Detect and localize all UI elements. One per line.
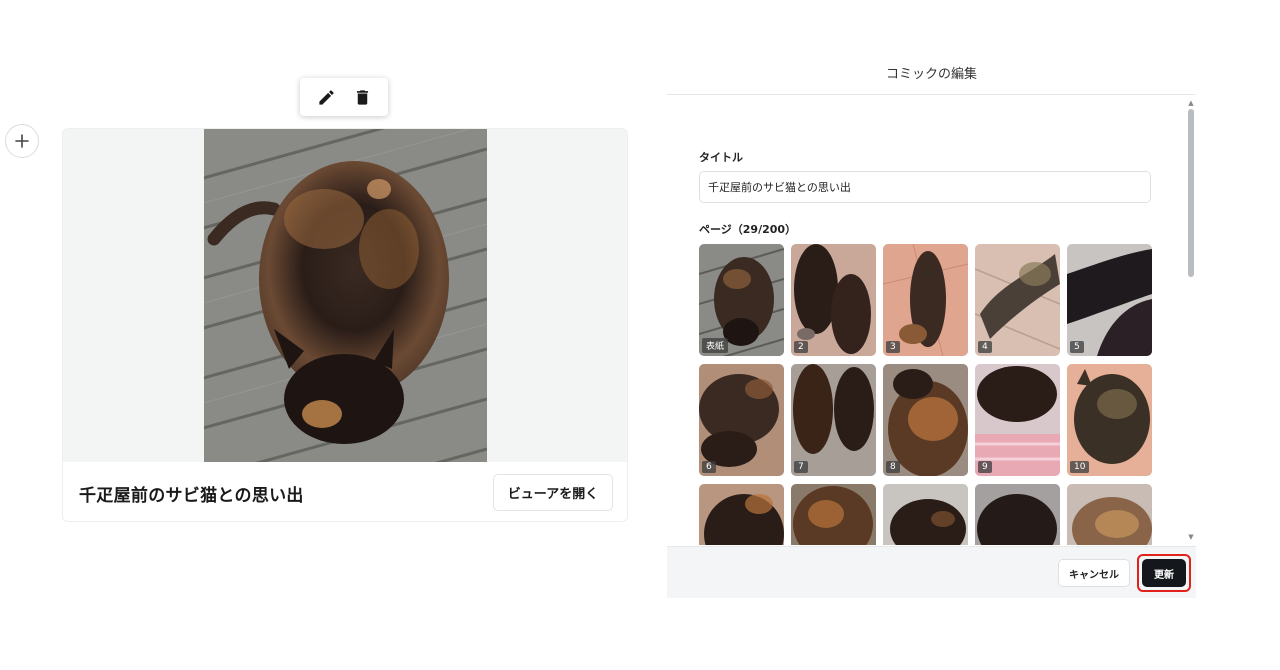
cover-image [204, 129, 487, 462]
page-thumb-cover[interactable]: 表紙 [699, 244, 784, 356]
block-toolbar [300, 78, 388, 116]
title-label: タイトル [699, 151, 743, 164]
update-button[interactable]: 更新 [1142, 559, 1186, 587]
page-thumb[interactable]: 3 [883, 244, 968, 356]
page-thumb[interactable]: 10 [1067, 364, 1152, 476]
page-thumb[interactable] [699, 484, 784, 545]
trash-icon [356, 89, 368, 105]
modal-title: コミックの編集 [885, 67, 977, 82]
page-badge: 9 [978, 461, 992, 473]
pencil-icon [318, 89, 334, 105]
page-thumb[interactable]: 9 [975, 364, 1060, 476]
cover-area [63, 129, 627, 462]
page-badge: 6 [702, 461, 716, 473]
comic-title: 千疋屋前のサビ猫との思い出 [79, 486, 304, 506]
page-badge: 3 [886, 341, 900, 353]
page-thumb[interactable] [791, 484, 876, 545]
modal-scrollbar[interactable]: ▲ ▼ [1186, 95, 1196, 545]
edit-button[interactable] [312, 83, 340, 111]
page-thumb[interactable]: 6 [699, 364, 784, 476]
add-block-button[interactable] [5, 124, 39, 158]
scroll-down-icon[interactable]: ▼ [1187, 533, 1195, 541]
plus-icon [15, 134, 29, 148]
page-thumb[interactable] [883, 484, 968, 545]
scrollbar-thumb[interactable] [1188, 109, 1194, 277]
page-thumb[interactable]: 4 [975, 244, 1060, 356]
open-viewer-button[interactable]: ビューアを開く [493, 474, 613, 511]
modal-body[interactable]: タイトル ページ（29/200） 表紙 2 3 4 5 [667, 95, 1196, 545]
delete-button[interactable] [348, 83, 376, 111]
page-thumb[interactable]: 8 [883, 364, 968, 476]
page-thumb[interactable]: 5 [1067, 244, 1152, 356]
page-badge: 2 [794, 341, 808, 353]
page-thumb[interactable]: 7 [791, 364, 876, 476]
cancel-button[interactable]: キャンセル [1058, 559, 1130, 587]
edit-comic-modal: コミックの編集 タイトル ページ（29/200） 表紙 2 3 4 [667, 52, 1196, 598]
scroll-up-icon[interactable]: ▲ [1187, 99, 1195, 107]
page-badge: 10 [1070, 461, 1090, 473]
page-badge: 4 [978, 341, 992, 353]
title-input[interactable] [699, 171, 1151, 203]
page-thumb[interactable] [1067, 484, 1152, 545]
page-badge: 7 [794, 461, 808, 473]
page-thumb[interactable]: 2 [791, 244, 876, 356]
pages-label: ページ（29/200） [699, 223, 797, 236]
cat-photo [204, 129, 487, 462]
modal-footer: キャンセル 更新 [667, 546, 1196, 598]
page-badge: 5 [1070, 341, 1084, 353]
page-thumb[interactable] [975, 484, 1060, 545]
page-badge: 8 [886, 461, 900, 473]
page-badge: 表紙 [702, 338, 729, 353]
comic-card: 千疋屋前のサビ猫との思い出 ビューアを開く [62, 128, 628, 522]
